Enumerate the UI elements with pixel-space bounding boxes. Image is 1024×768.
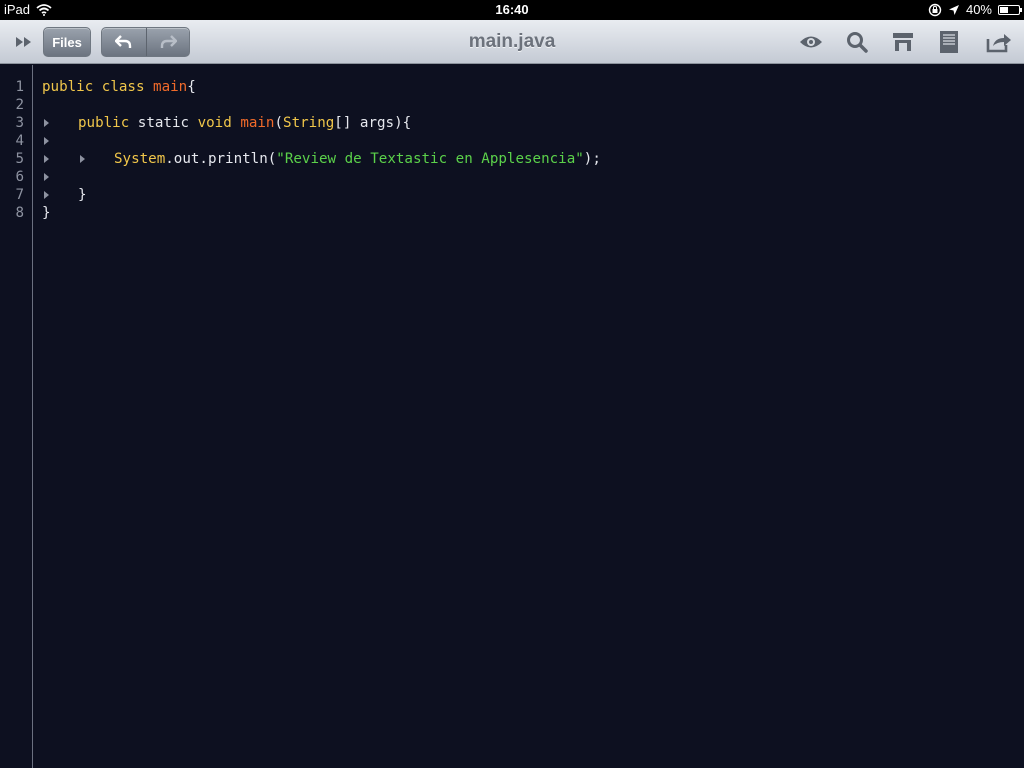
- undo-button[interactable]: [102, 28, 146, 56]
- search-icon: [847, 32, 868, 53]
- code-token: public class: [42, 79, 154, 95]
- code-text: System.out.println("Review de Textastic …: [114, 150, 601, 168]
- code-token: {: [187, 79, 196, 95]
- code-token: static: [137, 115, 198, 131]
- indent-marker-icon: [44, 119, 49, 127]
- undo-redo-group: [101, 27, 190, 57]
- code-token: System: [114, 151, 166, 167]
- share-icon: [986, 34, 1011, 53]
- files-button[interactable]: Files: [43, 27, 91, 57]
- search-button[interactable]: [844, 29, 870, 55]
- battery-icon: [998, 4, 1022, 15]
- symbols-button[interactable]: [890, 29, 916, 55]
- preview-eye-icon: [800, 36, 822, 48]
- code-text: public static void main(String[] args){: [78, 114, 411, 132]
- code-token: public: [78, 115, 138, 131]
- location-arrow-icon: [948, 4, 959, 15]
- code-text: }: [78, 186, 87, 204]
- status-bar: iPad 16:40 40%: [0, 0, 1024, 20]
- code-token: }: [42, 205, 51, 221]
- line-number: 1: [15, 79, 24, 95]
- symbols-icon: [893, 33, 913, 51]
- line-number: 3: [15, 115, 24, 131]
- code-token: void: [197, 115, 241, 131]
- line-number: 5: [15, 151, 24, 167]
- indent-marker-icon: [80, 155, 85, 163]
- expand-icon[interactable]: [14, 34, 34, 50]
- code-token: .out.println(: [165, 151, 277, 167]
- code-text: }: [42, 204, 51, 222]
- undo-icon: [114, 35, 131, 48]
- line-number: 7: [15, 187, 24, 203]
- line-number: 8: [15, 205, 24, 221]
- code-editor[interactable]: 1 public class main{2 3 public static void …: [0, 65, 1024, 768]
- code-token: (: [274, 115, 284, 131]
- code-token: String: [283, 115, 335, 131]
- indent-marker-icon: [44, 155, 49, 163]
- toolbar: Files main.java: [0, 20, 1024, 64]
- indent-marker-icon: [44, 173, 49, 181]
- status-time: 16:40: [495, 2, 529, 17]
- code-token: main: [240, 115, 275, 131]
- rotation-lock-icon: [928, 3, 942, 16]
- code-token: "Review de Textastic en Applesencia": [276, 151, 584, 167]
- document-button[interactable]: [936, 29, 962, 55]
- line-number: 6: [15, 169, 24, 185]
- code-token: main: [153, 79, 188, 95]
- redo-button[interactable]: [145, 28, 190, 56]
- code-token: );: [583, 151, 601, 167]
- share-button[interactable]: [986, 29, 1012, 55]
- line-number: 2: [15, 97, 24, 113]
- indent-marker-icon: [44, 191, 49, 199]
- indent-marker-icon: [44, 137, 49, 145]
- status-right: 40%: [928, 2, 1022, 17]
- code-token: [] args){: [334, 115, 412, 131]
- code-text: public class main{: [42, 78, 196, 96]
- preview-button[interactable]: [798, 29, 824, 55]
- line-number: 4: [15, 133, 24, 149]
- document-icon: [940, 31, 958, 53]
- code-token: }: [78, 187, 87, 203]
- battery-percent: 40%: [965, 2, 992, 17]
- redo-icon: [160, 35, 177, 48]
